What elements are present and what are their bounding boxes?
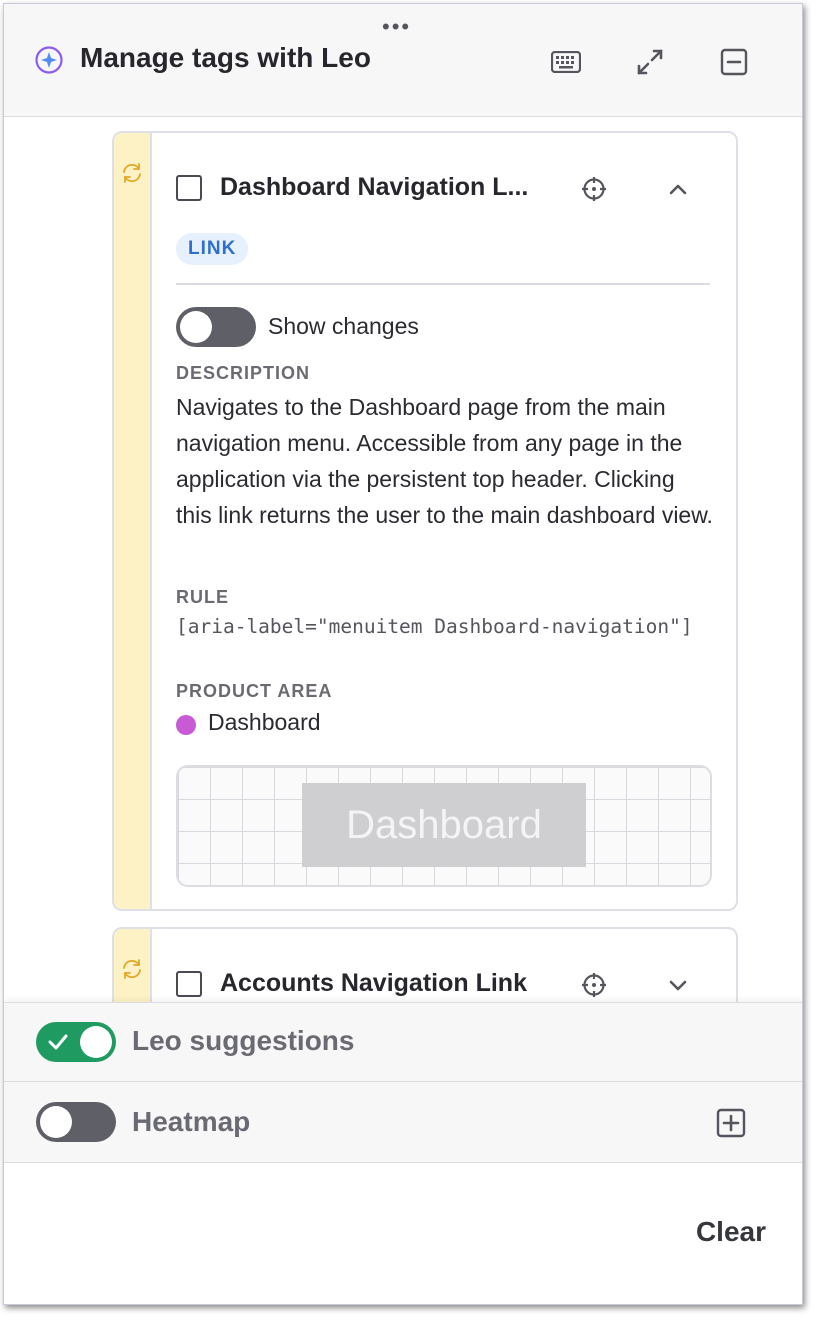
tag-checkbox[interactable] — [176, 971, 202, 997]
tag-title: Dashboard Navigation L... — [220, 173, 529, 201]
target-icon[interactable] — [580, 175, 608, 203]
tag-card: Dashboard Navigation L... LINK Show chan… — [112, 131, 738, 911]
keyboard-button[interactable] — [546, 42, 586, 82]
minimize-button[interactable] — [714, 42, 754, 82]
divider — [176, 283, 710, 285]
heatmap-toggle[interactable] — [36, 1102, 116, 1142]
check-icon — [48, 1034, 68, 1050]
minimize-icon — [720, 48, 748, 76]
type-badge: LINK — [176, 233, 249, 265]
product-area-value: Dashboard — [208, 709, 321, 735]
panel-header: ••• Manage tags with Leo — [4, 4, 802, 117]
leo-suggestions-label: Leo suggestions — [132, 1025, 355, 1056]
clear-button[interactable]: Clear — [696, 1216, 766, 1248]
rule-text: [aria-label="menuitem Dashboard-navigati… — [176, 615, 693, 638]
panel-title: Manage tags with Leo — [80, 42, 371, 73]
tag-title: Accounts Navigation Link — [220, 969, 527, 997]
heatmap-row: Heatmap — [4, 1082, 802, 1163]
product-area-color-dot — [176, 715, 196, 735]
sync-icon — [123, 959, 141, 979]
leo-suggestions-row: Leo suggestions — [4, 1002, 802, 1082]
description-label: DESCRIPTION — [176, 363, 311, 383]
expand-icon — [637, 49, 663, 75]
sync-icon — [123, 163, 141, 183]
toggle-knob — [180, 311, 212, 343]
expand-button[interactable] — [630, 42, 670, 82]
show-changes-label: Show changes — [268, 313, 419, 339]
toggle-knob — [40, 1106, 72, 1138]
rule-label: RULE — [176, 587, 229, 607]
chevron-down-icon[interactable] — [664, 971, 692, 999]
chevron-up-icon[interactable] — [664, 175, 692, 203]
description-text: Navigates to the Dashboard page from the… — [176, 394, 713, 528]
target-icon[interactable] — [580, 971, 608, 999]
element-preview: Dashboard — [176, 765, 712, 887]
drag-handle-icon[interactable]: ••• — [382, 16, 411, 38]
leo-sparkle-icon — [35, 46, 63, 74]
toggle-knob — [80, 1026, 112, 1058]
keyboard-icon — [551, 51, 581, 73]
product-area-label: PRODUCT AREA — [176, 681, 333, 701]
suggestion-stripe — [114, 133, 152, 909]
preview-element: Dashboard — [302, 783, 586, 867]
leo-tag-panel: ••• Manage tags with Leo Dashboard Navig… — [3, 3, 803, 1305]
add-box-icon[interactable] — [716, 1108, 746, 1138]
show-changes-toggle[interactable] — [176, 307, 256, 347]
suggestion-stripe — [114, 929, 152, 1004]
tag-checkbox[interactable] — [176, 175, 202, 201]
tag-list[interactable]: Dashboard Navigation L... LINK Show chan… — [4, 117, 802, 1004]
tag-card: Accounts Navigation Link — [112, 927, 738, 1004]
leo-suggestions-toggle[interactable] — [36, 1022, 116, 1062]
heatmap-label: Heatmap — [132, 1106, 251, 1137]
